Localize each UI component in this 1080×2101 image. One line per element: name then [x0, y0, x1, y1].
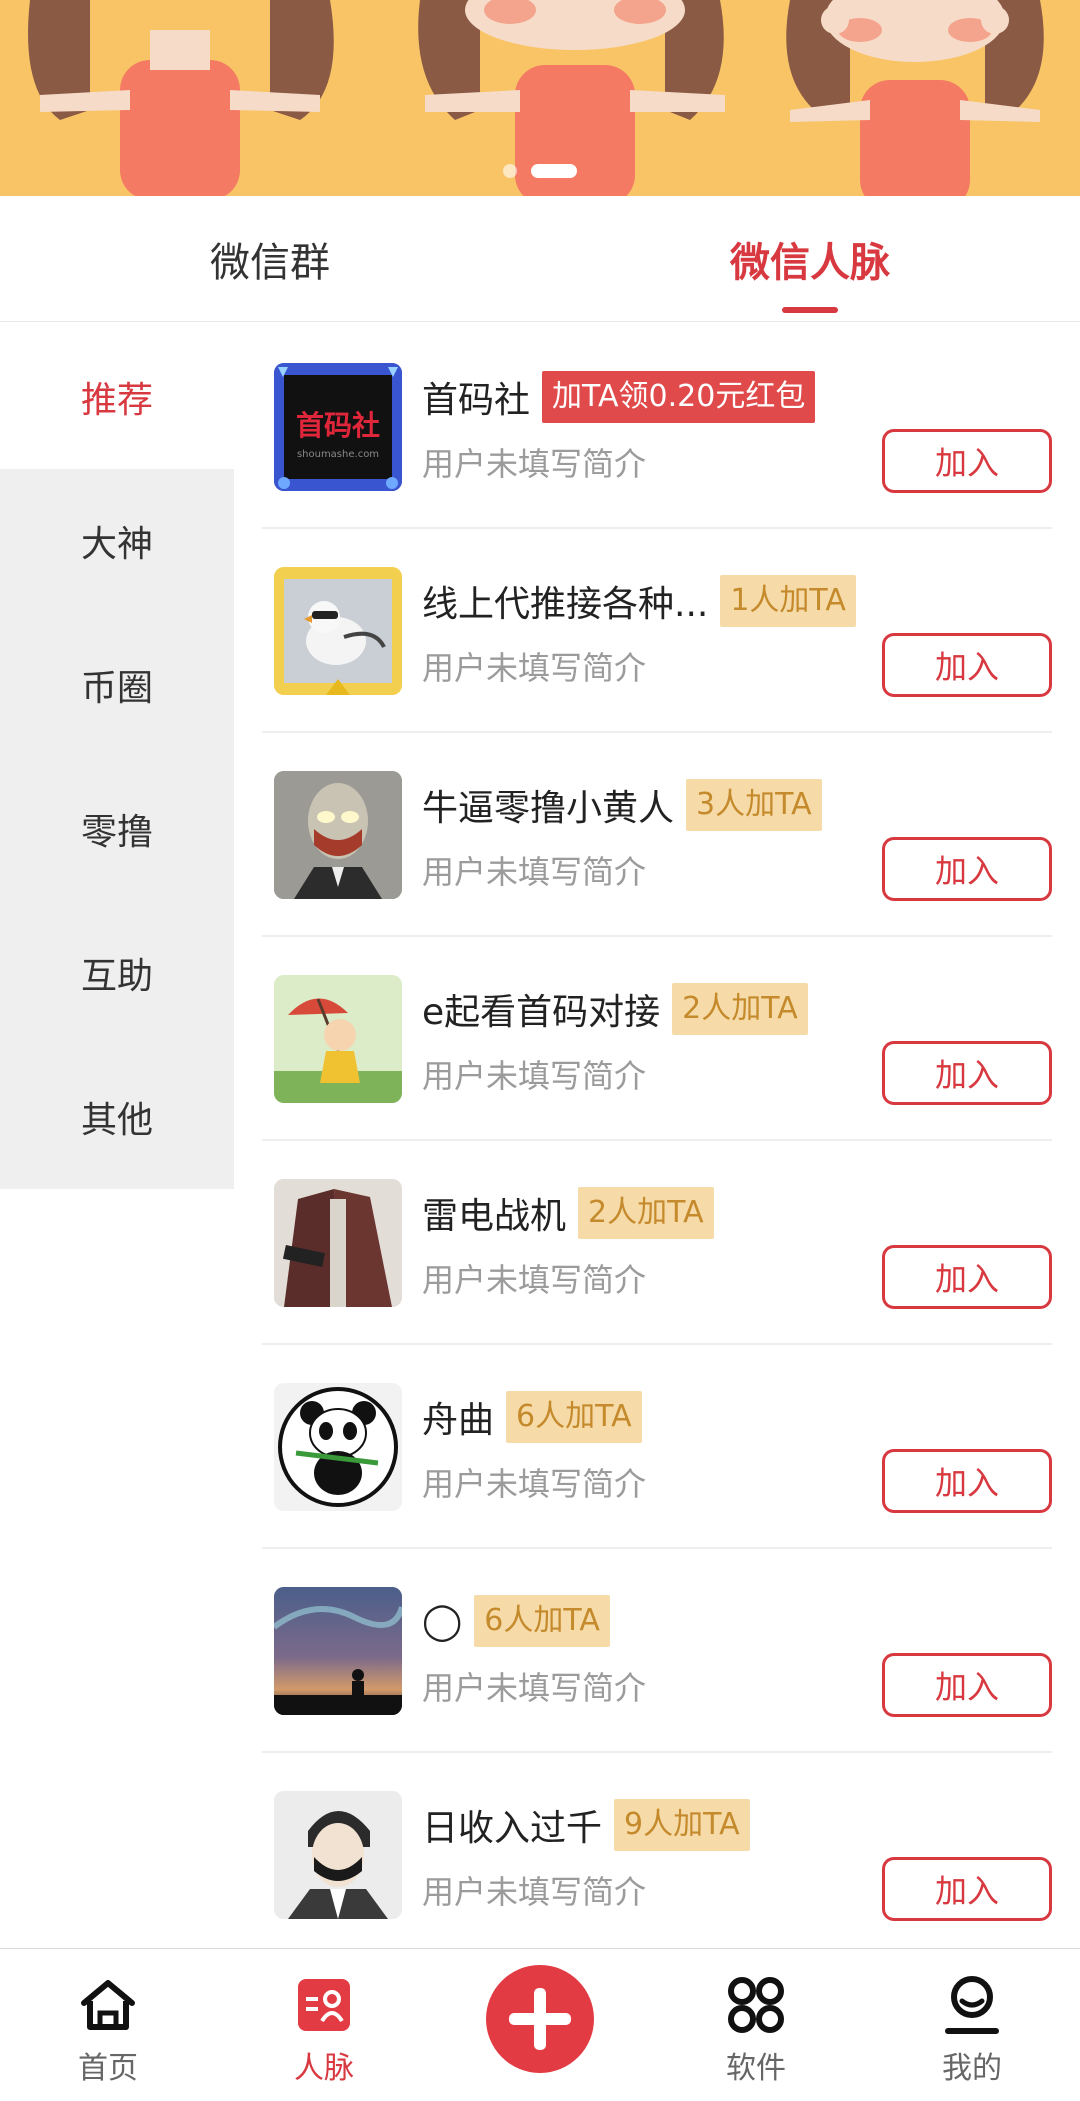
follower-count-badge: 3人加TA: [686, 779, 822, 831]
category-label: 推荐: [80, 380, 153, 421]
contact-name: 舟曲: [422, 1400, 495, 1441]
apps-icon: [724, 1973, 788, 2037]
category-item-zero-cost[interactable]: 零撸: [0, 757, 234, 901]
nav-home[interactable]: 首页: [0, 1949, 216, 2101]
join-button[interactable]: 加入: [882, 837, 1052, 901]
home-icon: [76, 1973, 140, 2037]
category-label: 大神: [80, 524, 153, 565]
category-label: 其他: [80, 1100, 153, 1141]
join-button[interactable]: 加入: [882, 1041, 1052, 1105]
contact-description: 用户未填写简介: [422, 853, 647, 891]
contact-list: 首码社 shoumashe.com 首码社 加TA领0.20元红包 用户未填写简…: [262, 325, 1052, 1957]
ultraman-avatar[interactable]: [274, 771, 402, 899]
contact-description: 用户未填写简介: [422, 1873, 647, 1911]
banner-dot[interactable]: [503, 164, 517, 178]
active-tab-indicator: [782, 307, 838, 313]
contact-name: 雷电战机: [422, 1196, 567, 1237]
tab-wechat-groups[interactable]: 微信群: [0, 196, 540, 321]
contact-description: 用户未填写简介: [422, 1669, 647, 1707]
contact-name: ◯: [422, 1600, 463, 1642]
contact-name: 日收入过千: [422, 1808, 603, 1849]
list-item[interactable]: 首码社 shoumashe.com 首码社 加TA领0.20元红包 用户未填写简…: [262, 325, 1052, 529]
nav-label: 我的: [942, 2051, 1002, 2086]
list-item[interactable]: ◯ 6人加TA 用户未填写简介 加入: [262, 1549, 1052, 1753]
list-item[interactable]: 线上代推接各种... 1人加TA 用户未填写简介 加入: [262, 529, 1052, 733]
join-button[interactable]: 加入: [882, 633, 1052, 697]
masked-boy-avatar[interactable]: [274, 1791, 402, 1919]
list-item[interactable]: 雷电战机 2人加TA 用户未填写简介 加入: [262, 1141, 1052, 1345]
nav-label: 人脉: [294, 2051, 354, 2086]
nav-label: 软件: [726, 2051, 786, 2086]
contact-description: 用户未填写简介: [422, 1465, 647, 1503]
follower-count-badge: 2人加TA: [672, 983, 808, 1035]
follower-count-badge: 1人加TA: [720, 575, 856, 627]
category-item-mutual-help[interactable]: 互助: [0, 901, 234, 1045]
contact-description: 用户未填写简介: [422, 445, 647, 483]
red-packet-badge: 加TA领0.20元红包: [542, 371, 816, 423]
category-item-other[interactable]: 其他: [0, 1045, 234, 1189]
tab-label: 微信人脉: [730, 239, 890, 286]
promo-banner[interactable]: [0, 0, 1080, 196]
panda-avatar[interactable]: [274, 1383, 402, 1511]
category-item-crypto[interactable]: 币圈: [0, 613, 234, 757]
nav-contacts[interactable]: 人脉: [216, 1949, 432, 2101]
category-label: 零撸: [80, 812, 153, 853]
contact-name: 首码社: [422, 380, 531, 421]
list-item[interactable]: 牛逼零撸小黄人 3人加TA 用户未填写简介 加入: [262, 733, 1052, 937]
contact-description: 用户未填写简介: [422, 1261, 647, 1299]
contact-name: e起看首码对接: [422, 992, 661, 1033]
tab-label: 微信群: [210, 239, 330, 286]
nav-profile[interactable]: 我的: [864, 1949, 1080, 2101]
contacts-icon: [292, 1973, 356, 2037]
contact-description: 用户未填写简介: [422, 649, 647, 687]
umbrella-kid-avatar[interactable]: [274, 975, 402, 1103]
bird-avatar[interactable]: [274, 567, 402, 695]
bottom-navigation: 首页 人脉 软件 我的: [0, 1948, 1080, 2101]
list-item[interactable]: e起看首码对接 2人加TA 用户未填写简介 加入: [262, 937, 1052, 1141]
nav-software[interactable]: 软件: [648, 1949, 864, 2101]
aurora-avatar[interactable]: [274, 1587, 402, 1715]
category-label: 互助: [80, 956, 153, 997]
nav-publish[interactable]: [432, 1949, 648, 2101]
join-button[interactable]: 加入: [882, 429, 1052, 493]
category-item-masters[interactable]: 大神: [0, 469, 234, 613]
join-button[interactable]: 加入: [882, 1653, 1052, 1717]
banner-pagination: [0, 164, 1080, 178]
tab-wechat-contacts[interactable]: 微信人脉: [540, 196, 1080, 321]
category-label: 币圈: [80, 668, 153, 709]
shoumashe-logo-avatar[interactable]: 首码社 shoumashe.com: [274, 363, 402, 491]
category-sidebar: 推荐 大神 币圈 零撸 互助 其他: [0, 325, 234, 1189]
join-button[interactable]: 加入: [882, 1857, 1052, 1921]
plus-icon[interactable]: [486, 1965, 594, 2073]
nav-label: 首页: [78, 2051, 138, 2086]
contact-name: 牛逼零撸小黄人: [422, 788, 675, 829]
banner-dot-active[interactable]: [531, 164, 577, 178]
robe-man-avatar[interactable]: [274, 1179, 402, 1307]
contact-name: 线上代推接各种...: [422, 584, 709, 625]
svg-text:shoumashe.com: shoumashe.com: [297, 449, 379, 460]
tab-bar: 微信群 微信人脉: [0, 196, 1080, 322]
list-item[interactable]: 舟曲 6人加TA 用户未填写简介 加入: [262, 1345, 1052, 1549]
contact-description: 用户未填写简介: [422, 1057, 647, 1095]
join-button[interactable]: 加入: [882, 1245, 1052, 1309]
follower-count-badge: 2人加TA: [578, 1187, 714, 1239]
follower-count-badge: 9人加TA: [614, 1799, 750, 1851]
join-button[interactable]: 加入: [882, 1449, 1052, 1513]
svg-text:首码社: 首码社: [296, 409, 380, 442]
profile-icon: [940, 1973, 1004, 2037]
follower-count-badge: 6人加TA: [474, 1595, 610, 1647]
follower-count-badge: 6人加TA: [506, 1391, 642, 1443]
list-item[interactable]: 日收入过千 9人加TA 用户未填写简介 加入: [262, 1753, 1052, 1957]
category-item-recommend[interactable]: 推荐: [0, 325, 234, 469]
